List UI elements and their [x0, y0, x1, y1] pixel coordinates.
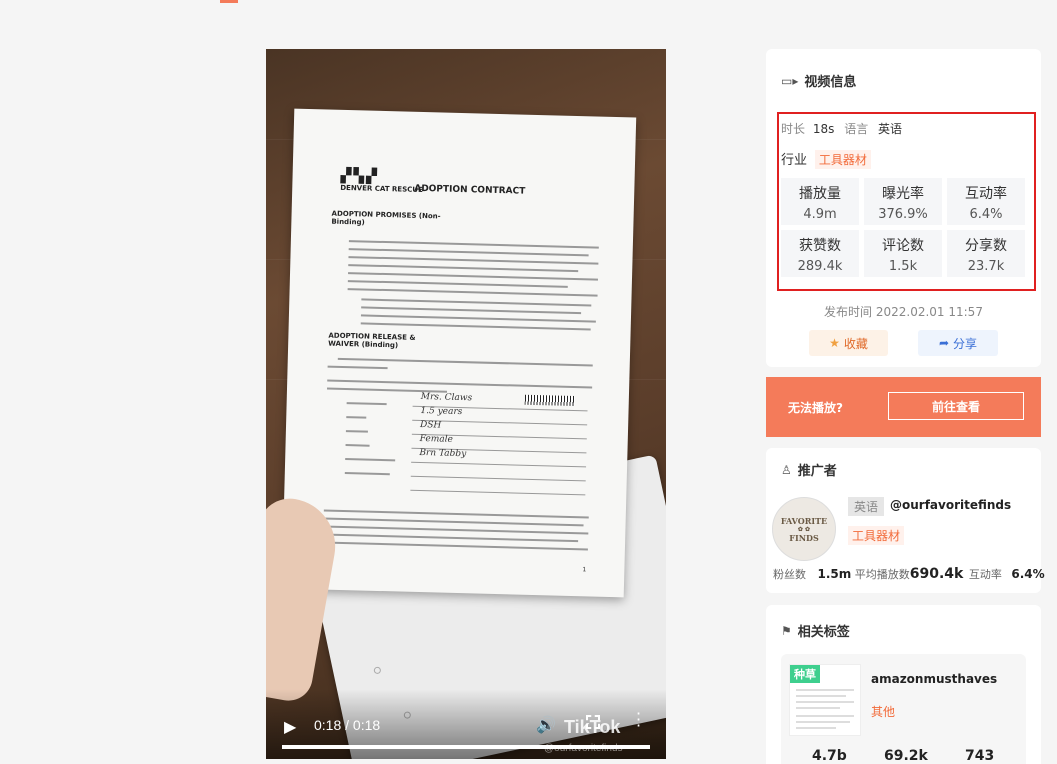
page-number: 1 — [582, 566, 587, 574]
document-section-2: ADOPTION RELEASE & WAIVER (Binding) — [328, 331, 416, 350]
promoter-stats: 粉丝数 1.5m 平均播放数690.4k 互动率 6.4% — [773, 566, 1045, 582]
cannot-play-text: 无法播放? — [788, 401, 843, 415]
tag-thumbnail: 种草 — [789, 664, 861, 736]
related-tags-card: ⚑ 相关标签 种草 amazonmusthaves 其他 4.7b 69.2k … — [766, 605, 1041, 764]
tiktok-watermark: TikTok — [564, 717, 621, 737]
contract-document: ▞▚▞ DENVER CAT RESCUE ADOPTION CONTRACT … — [281, 108, 637, 598]
share-button[interactable]: ➦ 分享 — [918, 330, 998, 356]
stat-comments: 评论数 1.5k — [864, 230, 942, 277]
stat-plays: 播放量 4.9m — [781, 178, 859, 225]
industry-row: 行业 工具器材 — [781, 149, 871, 169]
stat-engagement: 互动率 6.4% — [947, 178, 1025, 225]
promoter-handle[interactable]: @ourfavoritefinds — [890, 498, 1011, 512]
barcode — [524, 394, 575, 407]
promoter-title: ♙ 推广者 — [781, 462, 837, 480]
cannot-play-banner: 无法播放? 前往查看 — [766, 377, 1041, 437]
volume-icon[interactable]: 🔊 — [536, 715, 556, 734]
video-icon: ▭▸ — [781, 73, 799, 88]
video-controls: ▶ 0:18 / 0:18 🔊 TikTok @ourfavoritefinds… — [266, 689, 666, 759]
video-info-title: ▭▸ 视频信息 — [781, 73, 857, 91]
promoter-industry-tag[interactable]: 工具器材 — [848, 526, 905, 545]
document-section-1: ADOPTION PROMISES (Non-Binding) — [331, 209, 441, 227]
progress-fill — [282, 745, 650, 749]
publish-time: 发布时间 2022.02.01 11:57 — [824, 305, 983, 319]
go-view-button[interactable]: 前往查看 — [888, 392, 1024, 420]
tag-number-2: 69.2k — [884, 748, 928, 764]
avatar[interactable]: FAVORITE ✿ ✿ FINDS — [772, 497, 836, 561]
top-accent-bar — [220, 0, 238, 3]
tag-name[interactable]: amazonmusthaves — [871, 672, 997, 686]
person-icon: ♙ — [781, 462, 792, 477]
bookmark-icon: ⚑ — [781, 623, 792, 638]
stat-likes: 获赞数 289.4k — [781, 230, 859, 277]
promoter-card: ♙ 推广者 FAVORITE ✿ ✿ FINDS 英语 @ourfavorite… — [766, 448, 1045, 593]
video-player[interactable]: ▞▚▞ DENVER CAT RESCUE ADOPTION CONTRACT … — [266, 49, 666, 759]
stats-grid: 播放量 4.9m 曝光率 376.9% 互动率 6.4% 获赞数 289.4k 评论数 1… — [781, 178, 1025, 277]
video-time: 0:18 / 0:18 — [314, 717, 381, 733]
industry-tag[interactable]: 工具器材 — [814, 150, 871, 169]
tag-badge: 种草 — [790, 665, 820, 683]
duration-language-row: 时长 18s 语言 英语 — [781, 122, 903, 136]
document-logo: ▞▚▞ DENVER CAT RESCUE — [340, 167, 423, 194]
document-title: ADOPTION CONTRACT — [414, 183, 526, 197]
promoter-language-badge: 英语 — [848, 497, 885, 516]
tag-item[interactable]: 种草 amazonmusthaves 其他 4.7b 69.2k 743 — [781, 654, 1026, 764]
star-icon: ★ — [829, 336, 840, 350]
tag-number-1: 4.7b — [812, 748, 847, 764]
stat-shares: 分享数 23.7k — [947, 230, 1025, 277]
tag-number-3: 743 — [965, 748, 995, 764]
video-info-card: ▭▸ 视频信息 时长 18s 语言 英语 行业 工具器材 播放量 4.9m 曝光率… — [766, 49, 1041, 367]
play-icon[interactable]: ▶ — [284, 717, 296, 736]
related-tags-title: ⚑ 相关标签 — [781, 623, 850, 641]
video-progress-bar[interactable] — [282, 745, 650, 749]
tag-category: 其他 — [871, 705, 896, 719]
stat-exposure: 曝光率 376.9% — [864, 178, 942, 225]
share-icon: ➦ — [938, 336, 950, 350]
favorite-button[interactable]: ★ 收藏 — [809, 330, 888, 356]
more-options-icon[interactable]: · · · — [636, 706, 641, 734]
